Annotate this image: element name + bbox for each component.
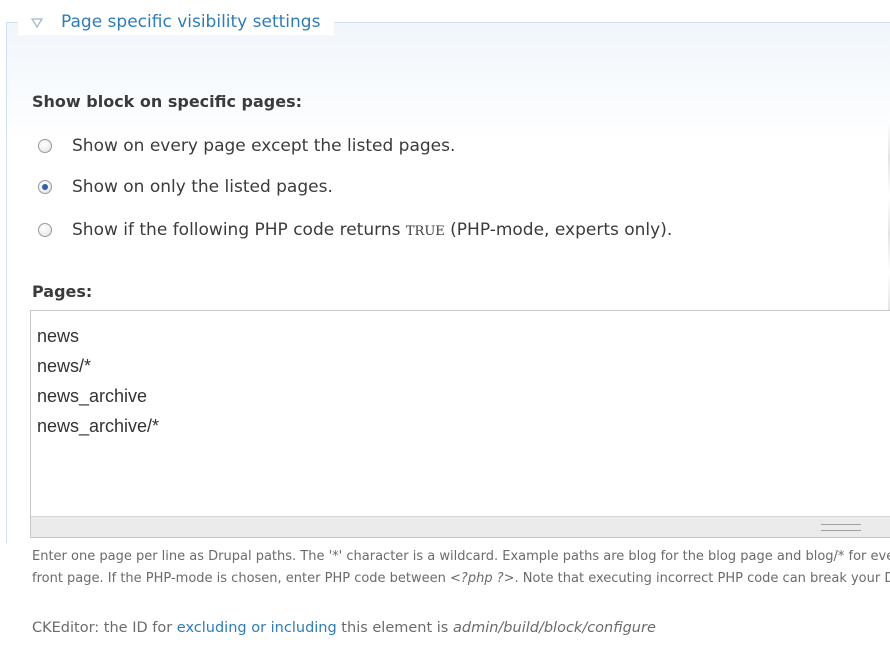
fieldset-legend-title: Page specific visibility settings bbox=[61, 12, 321, 32]
ckeditor-note-middle: this element is bbox=[336, 620, 453, 636]
radio-option-php-mode[interactable]: Show if the following PHP code returns T… bbox=[38, 220, 672, 240]
pages-description-line1: Enter one page per line as Drupal paths.… bbox=[32, 549, 890, 564]
description-line2-part-b: . Note that executing incorrect PHP code… bbox=[514, 571, 890, 586]
radio-option-only-listed[interactable]: Show on only the listed pages. bbox=[38, 177, 333, 197]
radio-button-except-listed[interactable] bbox=[38, 139, 52, 153]
description-line2-part-a: front page. If the PHP-mode is chosen, e… bbox=[32, 571, 451, 586]
ckeditor-note-prefix: CKEditor: the ID for bbox=[32, 620, 177, 636]
pages-textarea[interactable]: news news/* news_archive news_archive/* bbox=[31, 311, 890, 518]
radio-label-only-listed: Show on only the listed pages. bbox=[72, 177, 333, 197]
pages-label: Pages: bbox=[32, 282, 93, 301]
radio-button-php-mode[interactable] bbox=[38, 223, 52, 237]
php-true-code: TRUE bbox=[405, 224, 445, 239]
php-tag-example: <?php ?> bbox=[450, 571, 515, 586]
resize-grip-icon bbox=[821, 524, 861, 531]
block-visibility-page: Page specific visibility settings Show b… bbox=[0, 0, 890, 655]
textarea-resize-grip[interactable] bbox=[31, 516, 890, 537]
excluding-or-including-link[interactable]: excluding or including bbox=[177, 620, 337, 636]
pages-description: Enter one page per line as Drupal paths.… bbox=[32, 546, 890, 590]
radio-label-php-prefix: Show if the following PHP code returns bbox=[72, 220, 406, 240]
pages-textarea-wrapper: news news/* news_archive news_archive/* bbox=[30, 310, 890, 538]
radio-label-php-mode: Show if the following PHP code returns T… bbox=[72, 220, 672, 240]
show-block-label: Show block on specific pages: bbox=[32, 92, 303, 111]
radio-label-php-suffix: (PHP-mode, experts only). bbox=[444, 220, 673, 240]
ckeditor-note: CKEditor: the ID for excluding or includ… bbox=[32, 620, 656, 636]
radio-button-only-listed[interactable] bbox=[38, 180, 52, 194]
pages-description-line2: front page. If the PHP-mode is chosen, e… bbox=[32, 568, 890, 590]
ckeditor-element-id: admin/build/block/configure bbox=[452, 620, 656, 636]
collapse-triangle-icon bbox=[30, 15, 44, 29]
fieldset-legend-toggle[interactable]: Page specific visibility settings bbox=[18, 9, 335, 35]
radio-label-except-listed: Show on every page except the listed pag… bbox=[72, 136, 456, 156]
radio-option-except-listed[interactable]: Show on every page except the listed pag… bbox=[38, 136, 455, 156]
